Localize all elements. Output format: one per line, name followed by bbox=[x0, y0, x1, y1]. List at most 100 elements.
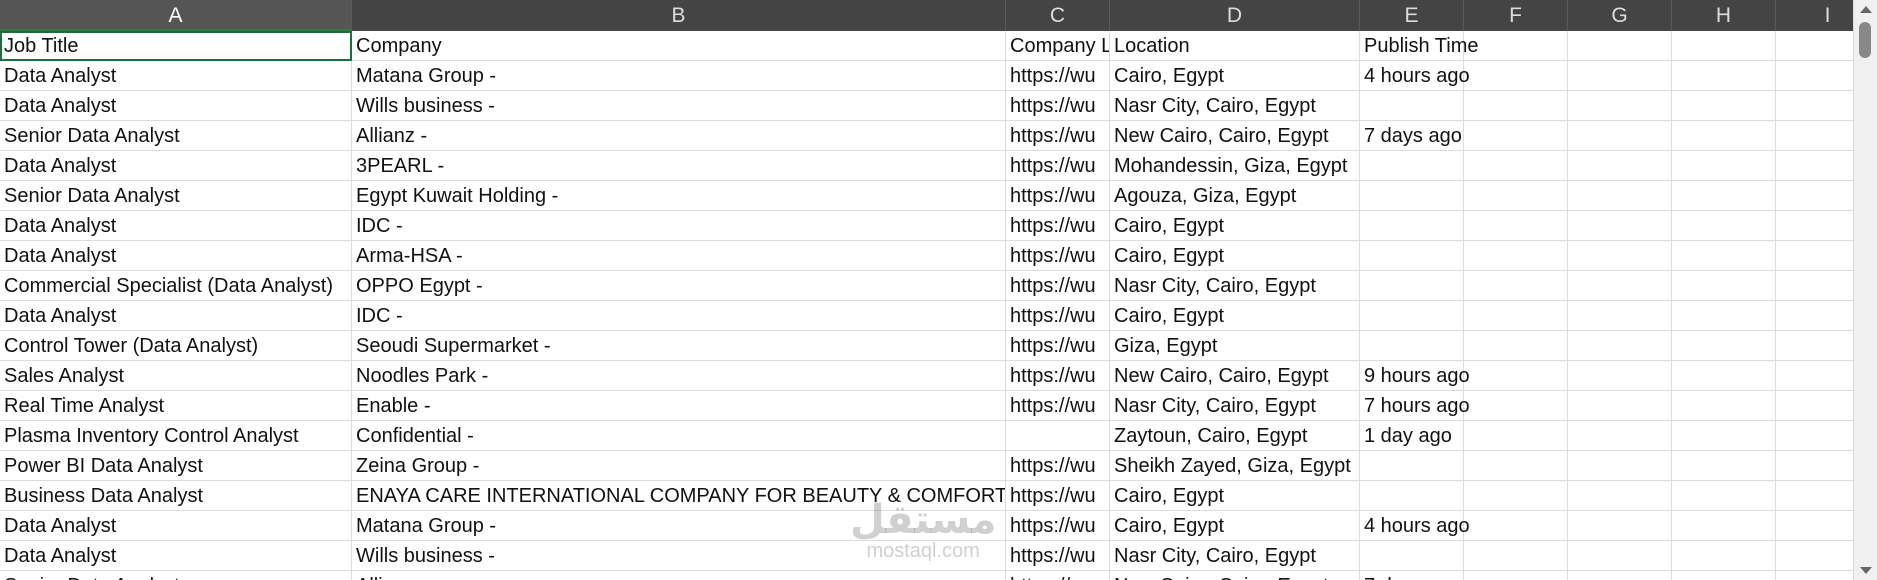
cell-b4[interactable]: Allianz - bbox=[352, 121, 1006, 151]
cell-e8[interactable] bbox=[1360, 241, 1464, 271]
cell-b2[interactable]: Matana Group - bbox=[352, 61, 1006, 91]
cell-d6[interactable]: Agouza, Giza, Egypt bbox=[1110, 181, 1360, 211]
cell-g16[interactable] bbox=[1568, 481, 1672, 511]
cell-b12[interactable]: Noodles Park - bbox=[352, 361, 1006, 391]
cell-g9[interactable] bbox=[1568, 271, 1672, 301]
cell-a2[interactable]: Data Analyst bbox=[0, 61, 352, 91]
cell-h5[interactable] bbox=[1672, 151, 1776, 181]
cell-c9[interactable]: https://wu bbox=[1006, 271, 1110, 301]
cell-e12[interactable]: 9 hours ago bbox=[1360, 361, 1470, 391]
cell-d13[interactable]: Nasr City, Cairo, Egypt bbox=[1110, 391, 1360, 421]
cell-h3[interactable] bbox=[1672, 91, 1776, 121]
cell-c6[interactable]: https://wu bbox=[1006, 181, 1110, 211]
cell-e3[interactable] bbox=[1360, 91, 1464, 121]
cell-h14[interactable] bbox=[1672, 421, 1776, 451]
cell-d11[interactable]: Giza, Egypt bbox=[1110, 331, 1360, 361]
cell-c12[interactable]: https://wu bbox=[1006, 361, 1110, 391]
cell-c11[interactable]: https://wu bbox=[1006, 331, 1110, 361]
cell-c19[interactable]: https://wu bbox=[1006, 571, 1110, 580]
cell-e16[interactable] bbox=[1360, 481, 1464, 511]
cell-a15[interactable]: Power BI Data Analyst bbox=[0, 451, 352, 481]
column-header-b[interactable]: B bbox=[352, 0, 1006, 31]
cell-f2[interactable] bbox=[1464, 61, 1568, 91]
cell-c3[interactable]: https://wu bbox=[1006, 91, 1110, 121]
cell-e11[interactable] bbox=[1360, 331, 1464, 361]
cell-c7[interactable]: https://wu bbox=[1006, 211, 1110, 241]
cell-i18[interactable] bbox=[1776, 541, 1853, 571]
cell-i2[interactable] bbox=[1776, 61, 1853, 91]
cell-d7[interactable]: Cairo, Egypt bbox=[1110, 211, 1360, 241]
cell-d8[interactable]: Cairo, Egypt bbox=[1110, 241, 1360, 271]
cell-c16[interactable]: https://wu bbox=[1006, 481, 1110, 511]
cell-i3[interactable] bbox=[1776, 91, 1853, 121]
cell-g4[interactable] bbox=[1568, 121, 1672, 151]
column-header-d[interactable]: D bbox=[1110, 0, 1360, 31]
cell-g8[interactable] bbox=[1568, 241, 1672, 271]
cell-b7[interactable]: IDC - bbox=[352, 211, 1006, 241]
cell-a7[interactable]: Data Analyst bbox=[0, 211, 352, 241]
cell-a14[interactable]: Plasma Inventory Control Analyst bbox=[0, 421, 352, 451]
cell-g1[interactable] bbox=[1568, 31, 1672, 61]
cell-h2[interactable] bbox=[1672, 61, 1776, 91]
cell-i19[interactable] bbox=[1776, 571, 1853, 580]
cell-e1[interactable]: Publish Time bbox=[1360, 31, 1479, 61]
cell-i1[interactable] bbox=[1776, 31, 1853, 61]
cell-e13[interactable]: 7 hours ago bbox=[1360, 391, 1470, 421]
cell-d14[interactable]: Zaytoun, Cairo, Egypt bbox=[1110, 421, 1360, 451]
cell-b5[interactable]: 3PEARL - bbox=[352, 151, 1006, 181]
cell-g15[interactable] bbox=[1568, 451, 1672, 481]
cell-f18[interactable] bbox=[1464, 541, 1568, 571]
cell-e10[interactable] bbox=[1360, 301, 1464, 331]
cell-c14[interactable] bbox=[1006, 421, 1110, 451]
cell-c1[interactable]: Company L bbox=[1006, 31, 1110, 61]
cell-c8[interactable]: https://wu bbox=[1006, 241, 1110, 271]
cell-f12[interactable] bbox=[1464, 361, 1568, 391]
cell-f14[interactable] bbox=[1464, 421, 1568, 451]
cell-c10[interactable]: https://wu bbox=[1006, 301, 1110, 331]
cell-f16[interactable] bbox=[1464, 481, 1568, 511]
scroll-up-icon[interactable] bbox=[1860, 6, 1872, 13]
cell-c4[interactable]: https://wu bbox=[1006, 121, 1110, 151]
scroll-down-icon[interactable] bbox=[1860, 567, 1872, 574]
cell-g13[interactable] bbox=[1568, 391, 1672, 421]
cell-a5[interactable]: Data Analyst bbox=[0, 151, 352, 181]
cell-f15[interactable] bbox=[1464, 451, 1568, 481]
cell-e14[interactable]: 1 day ago bbox=[1360, 421, 1464, 451]
cell-a11[interactable]: Control Tower (Data Analyst) bbox=[0, 331, 352, 361]
cell-f5[interactable] bbox=[1464, 151, 1568, 181]
cell-a9[interactable]: Commercial Specialist (Data Analyst) bbox=[0, 271, 352, 301]
cell-i8[interactable] bbox=[1776, 241, 1853, 271]
cell-a17[interactable]: Data Analyst bbox=[0, 511, 352, 541]
cell-a8[interactable]: Data Analyst bbox=[0, 241, 352, 271]
cell-d17[interactable]: Cairo, Egypt bbox=[1110, 511, 1360, 541]
cell-h15[interactable] bbox=[1672, 451, 1776, 481]
cell-h6[interactable] bbox=[1672, 181, 1776, 211]
cell-h13[interactable] bbox=[1672, 391, 1776, 421]
cell-b8[interactable]: Arma-HSA - bbox=[352, 241, 1006, 271]
cell-e6[interactable] bbox=[1360, 181, 1464, 211]
cell-b6[interactable]: Egypt Kuwait Holding - bbox=[352, 181, 1006, 211]
cell-g18[interactable] bbox=[1568, 541, 1672, 571]
cell-f1[interactable] bbox=[1464, 31, 1568, 61]
cell-a3[interactable]: Data Analyst bbox=[0, 91, 352, 121]
cell-a16[interactable]: Business Data Analyst bbox=[0, 481, 352, 511]
cell-i17[interactable] bbox=[1776, 511, 1853, 541]
cell-a10[interactable]: Data Analyst bbox=[0, 301, 352, 331]
cell-e18[interactable] bbox=[1360, 541, 1464, 571]
cell-i13[interactable] bbox=[1776, 391, 1853, 421]
cell-i10[interactable] bbox=[1776, 301, 1853, 331]
scrollbar-thumb[interactable] bbox=[1859, 22, 1871, 58]
cell-c5[interactable]: https://wu bbox=[1006, 151, 1110, 181]
cell-e15[interactable] bbox=[1360, 451, 1464, 481]
cell-g17[interactable] bbox=[1568, 511, 1672, 541]
cell-h7[interactable] bbox=[1672, 211, 1776, 241]
cell-d4[interactable]: New Cairo, Cairo, Egypt bbox=[1110, 121, 1360, 151]
cell-c2[interactable]: https://wu bbox=[1006, 61, 1110, 91]
cell-i11[interactable] bbox=[1776, 331, 1853, 361]
cell-i5[interactable] bbox=[1776, 151, 1853, 181]
cell-f6[interactable] bbox=[1464, 181, 1568, 211]
cell-g11[interactable] bbox=[1568, 331, 1672, 361]
cell-b19[interactable]: Allianz - bbox=[352, 571, 1006, 580]
cell-f4[interactable] bbox=[1464, 121, 1568, 151]
cell-g10[interactable] bbox=[1568, 301, 1672, 331]
